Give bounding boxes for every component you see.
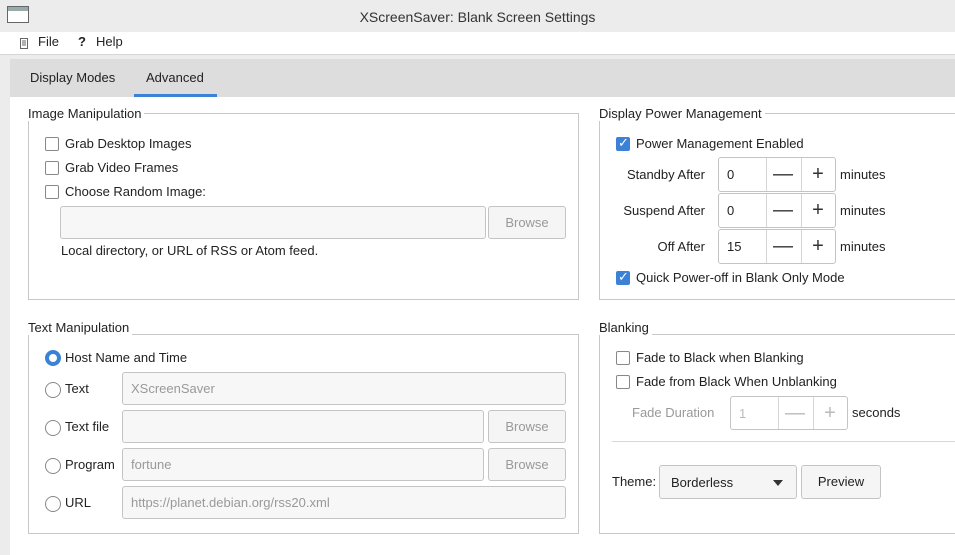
host-name-radio[interactable] <box>45 350 61 366</box>
text-manipulation-title: Text Manipulation <box>28 320 133 335</box>
choose-random-label: Choose Random Image: <box>65 184 206 199</box>
suspend-plus-icon[interactable]: + <box>801 198 835 222</box>
window-title: XScreenSaver: Blank Screen Settings <box>359 9 596 25</box>
fade-duration-spinner[interactable]: 1 — + <box>730 396 848 430</box>
image-browse-button[interactable]: Browse <box>488 206 566 239</box>
quick-off-label: Quick Power-off in Blank Only Mode <box>636 270 845 285</box>
help-menu-label: Help <box>96 34 123 49</box>
help-menu-icon: ? <box>78 34 86 49</box>
host-name-label: Host Name and Time <box>65 350 188 365</box>
program-browse-button[interactable]: Browse <box>488 448 566 481</box>
url-input[interactable]: https://planet.debian.org/rss20.xml <box>122 486 566 519</box>
off-unit: minutes <box>840 239 886 254</box>
text-radio[interactable] <box>45 382 61 398</box>
text-file-radio[interactable] <box>45 420 61 436</box>
suspend-minus-icon[interactable]: — <box>766 198 800 222</box>
off-plus-icon[interactable]: + <box>801 234 835 258</box>
fade-duration-label: Fade Duration <box>632 405 715 420</box>
suspend-label: Suspend After <box>623 203 705 218</box>
power-enabled-label: Power Management Enabled <box>636 136 804 151</box>
preview-button[interactable]: Preview <box>801 465 881 499</box>
grab-desktop-label: Grab Desktop Images <box>65 136 192 151</box>
fade-from-black-label: Fade from Black When Unblanking <box>636 374 837 389</box>
program-label: Program <box>65 457 115 472</box>
text-file-input[interactable] <box>122 410 484 443</box>
standby-unit: minutes <box>840 167 886 182</box>
grab-video-checkbox[interactable] <box>45 161 59 175</box>
off-spinner[interactable]: 15 — + <box>718 229 836 264</box>
text-file-browse-button[interactable]: Browse <box>488 410 566 443</box>
power-management-title: Display Power Management <box>599 106 765 121</box>
theme-value: Borderless <box>671 475 734 490</box>
standby-plus-icon[interactable]: + <box>801 162 835 186</box>
grab-video-label: Grab Video Frames <box>65 160 179 175</box>
help-menu[interactable]: ? Help <box>76 33 128 53</box>
choose-random-checkbox[interactable] <box>45 185 59 199</box>
standby-label: Standby After <box>626 167 705 182</box>
fade-duration-minus-icon[interactable]: — <box>778 401 812 425</box>
image-path-input[interactable] <box>60 206 486 239</box>
tab-advanced[interactable]: Advanced <box>146 70 204 85</box>
file-menu-label: File <box>38 34 59 49</box>
theme-select[interactable]: Borderless <box>659 465 797 499</box>
standby-value: 0 <box>727 167 735 182</box>
url-label: URL <box>65 495 92 510</box>
off-value: 15 <box>727 239 742 254</box>
text-file-label: Text file <box>65 419 110 434</box>
fade-from-black-checkbox[interactable] <box>616 375 630 389</box>
blanking-divider <box>612 441 955 442</box>
fade-to-black-checkbox[interactable] <box>616 351 630 365</box>
suspend-spinner[interactable]: 0 — + <box>718 193 836 228</box>
tab-display-modes[interactable]: Display Modes <box>30 70 115 85</box>
program-input[interactable]: fortune <box>122 448 484 481</box>
power-enabled-checkbox[interactable] <box>616 135 630 151</box>
blanking-title: Blanking <box>599 320 652 335</box>
standby-spinner[interactable]: 0 — + <box>718 157 836 192</box>
chevron-down-icon <box>773 480 783 486</box>
off-label: Off After <box>657 239 705 254</box>
image-path-hint: Local directory, or URL of RSS or Atom f… <box>61 243 319 258</box>
standby-minus-icon[interactable]: — <box>766 162 800 186</box>
fade-duration-plus-icon[interactable]: + <box>813 401 847 425</box>
url-radio[interactable] <box>45 496 61 512</box>
text-label: Text <box>65 381 89 396</box>
grab-desktop-checkbox[interactable] <box>45 137 59 151</box>
program-radio[interactable] <box>45 458 61 474</box>
file-menu[interactable]: File <box>18 33 62 53</box>
menu-bar <box>0 32 955 55</box>
quick-off-checkbox[interactable] <box>616 269 630 285</box>
text-input[interactable]: XScreenSaver <box>122 372 566 405</box>
fade-duration-value: 1 <box>739 406 747 421</box>
off-minus-icon[interactable]: — <box>766 234 800 258</box>
suspend-value: 0 <box>727 203 735 218</box>
file-menu-icon <box>20 38 28 49</box>
theme-label: Theme: <box>612 474 657 489</box>
image-manipulation-title: Image Manipulation <box>28 106 145 121</box>
suspend-unit: minutes <box>840 203 886 218</box>
fade-to-black-label: Fade to Black when Blanking <box>636 350 804 365</box>
fade-duration-unit: seconds <box>852 405 901 420</box>
